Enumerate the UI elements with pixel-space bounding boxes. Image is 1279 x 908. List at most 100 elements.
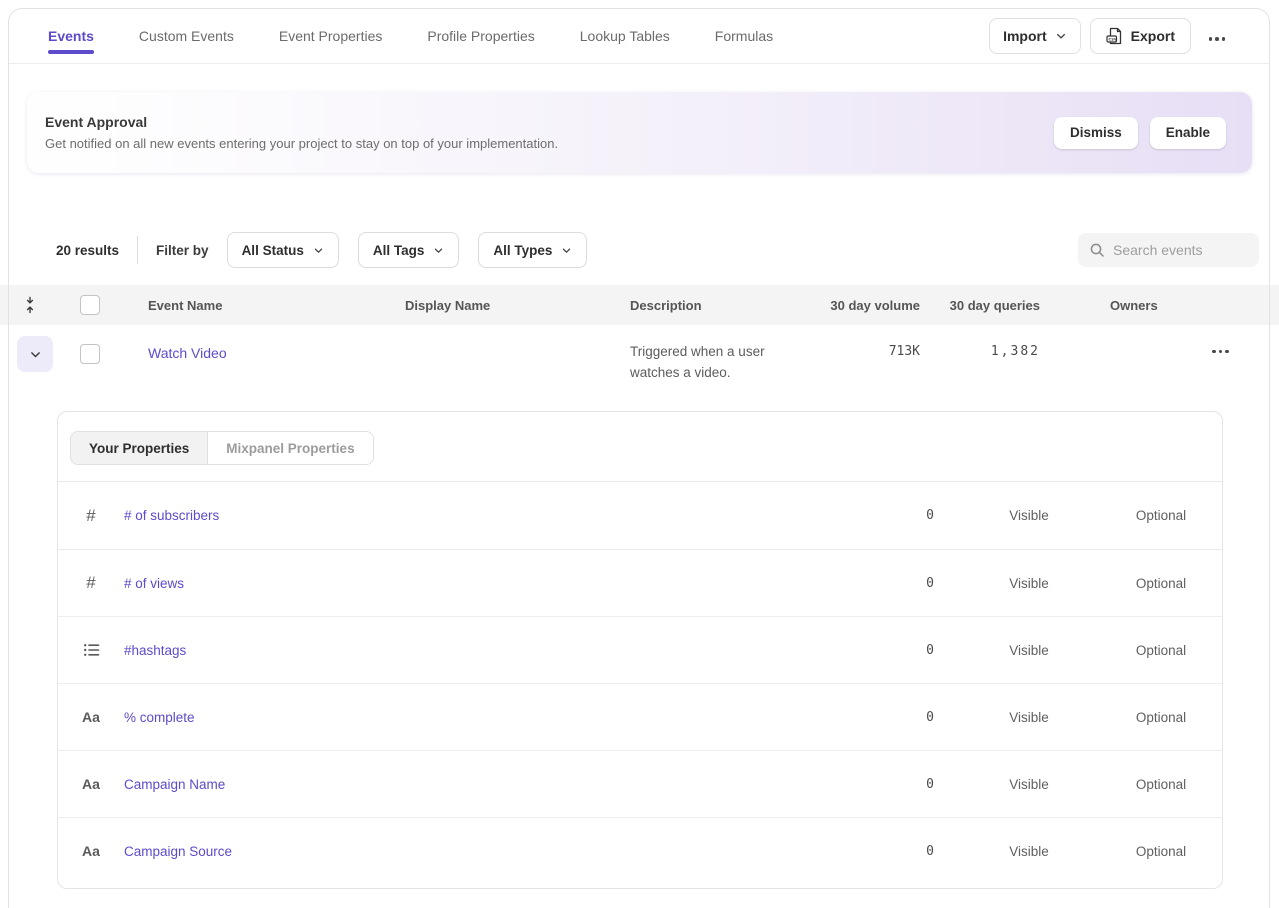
properties-panel: Your Properties Mixpanel Properties # # … bbox=[57, 411, 1223, 889]
event-30-day-volume: 713K bbox=[820, 325, 920, 359]
tab-formulas-label: Formulas bbox=[715, 28, 773, 44]
tab-custom-events[interactable]: Custom Events bbox=[139, 28, 234, 44]
chevron-down-icon bbox=[313, 245, 324, 256]
property-count: 0 bbox=[848, 777, 934, 792]
svg-text:csv: csv bbox=[1108, 38, 1117, 43]
chevron-down-icon bbox=[561, 245, 572, 256]
chevron-down-icon bbox=[29, 348, 42, 361]
property-count: 0 bbox=[848, 576, 934, 591]
property-requirement: Optional bbox=[1124, 508, 1198, 523]
property-visibility: Visible bbox=[934, 777, 1124, 792]
property-requirement: Optional bbox=[1124, 710, 1198, 725]
property-name-link[interactable]: #hashtags bbox=[124, 643, 848, 658]
number-type-icon: # bbox=[86, 506, 95, 526]
ellipsis-icon bbox=[1209, 37, 1226, 41]
nav-tabs: Events Custom Events Event Properties Pr… bbox=[48, 9, 773, 63]
ellipsis-icon bbox=[1212, 350, 1229, 354]
events-table-header: Event Name Display Name Description 30 d… bbox=[0, 285, 1279, 325]
search-box bbox=[1078, 233, 1259, 267]
event-approval-banner: Event Approval Get notified on all new e… bbox=[27, 92, 1252, 173]
number-type-icon: # bbox=[86, 573, 95, 593]
filter-all-status[interactable]: All Status bbox=[227, 232, 339, 268]
tab-events[interactable]: Events bbox=[48, 28, 94, 44]
property-requirement: Optional bbox=[1124, 643, 1198, 658]
property-visibility: Visible bbox=[934, 844, 1124, 859]
row-checkbox[interactable] bbox=[80, 344, 100, 364]
tab-lookup-tables-label: Lookup Tables bbox=[580, 28, 670, 44]
event-description: Triggered when a user watches a video. bbox=[610, 325, 780, 383]
more-menu-button[interactable] bbox=[1200, 18, 1234, 54]
list-type-icon bbox=[83, 642, 100, 658]
tab-mixpanel-properties[interactable]: Mixpanel Properties bbox=[208, 432, 372, 464]
column-description: Description bbox=[610, 298, 820, 313]
text-type-icon: Aa bbox=[82, 843, 100, 859]
collapse-vertical-icon bbox=[22, 296, 64, 314]
import-button-label: Import bbox=[1003, 28, 1047, 44]
chevron-down-icon bbox=[433, 245, 444, 256]
filter-all-tags-label: All Tags bbox=[373, 243, 425, 258]
property-requirement: Optional bbox=[1124, 844, 1198, 859]
column-30-day-volume: 30 day volume bbox=[820, 298, 920, 313]
row-more-menu-button[interactable] bbox=[1212, 325, 1229, 356]
banner-actions: Dismiss Enable bbox=[1054, 117, 1226, 149]
select-all-checkbox[interactable] bbox=[80, 295, 100, 315]
filter-by-label: Filter by bbox=[156, 243, 209, 258]
property-name-link[interactable]: Campaign Source bbox=[124, 844, 848, 859]
csv-file-icon: csv bbox=[1106, 27, 1123, 45]
export-button[interactable]: csv Export bbox=[1090, 18, 1191, 54]
property-row: Aa Campaign Name 0 Visible Optional bbox=[58, 750, 1222, 817]
enable-button[interactable]: Enable bbox=[1150, 117, 1226, 149]
tab-event-properties[interactable]: Event Properties bbox=[279, 28, 383, 44]
import-button[interactable]: Import bbox=[989, 18, 1081, 54]
tab-profile-properties-label: Profile Properties bbox=[427, 28, 534, 44]
tab-lookup-tables[interactable]: Lookup Tables bbox=[580, 28, 670, 44]
property-count: 0 bbox=[848, 643, 934, 658]
collapse-all-button[interactable] bbox=[22, 295, 64, 315]
top-navigation: Events Custom Events Event Properties Pr… bbox=[9, 9, 1269, 64]
property-row: #hashtags 0 Visible Optional bbox=[58, 616, 1222, 683]
property-count: 0 bbox=[848, 508, 934, 523]
toolbar-divider bbox=[137, 236, 138, 264]
property-row: Aa % complete 0 Visible Optional bbox=[58, 683, 1222, 750]
filter-all-types[interactable]: All Types bbox=[478, 232, 587, 268]
dismiss-button[interactable]: Dismiss bbox=[1054, 117, 1138, 149]
tab-events-label: Events bbox=[48, 28, 94, 44]
event-30-day-queries: 1,382 bbox=[920, 325, 1040, 359]
tab-profile-properties[interactable]: Profile Properties bbox=[427, 28, 534, 44]
nav-actions: Import csv Export bbox=[989, 18, 1234, 54]
property-name-link[interactable]: # of subscribers bbox=[124, 508, 848, 523]
event-row-watch-video: Watch Video Triggered when a user watche… bbox=[0, 325, 1279, 410]
column-30-day-queries: 30 day queries bbox=[920, 298, 1040, 313]
filter-all-tags[interactable]: All Tags bbox=[358, 232, 460, 268]
banner-description: Get notified on all new events entering … bbox=[45, 136, 558, 151]
tab-event-properties-label: Event Properties bbox=[279, 28, 383, 44]
property-visibility: Visible bbox=[934, 710, 1124, 725]
properties-tabs: Your Properties Mixpanel Properties bbox=[70, 431, 374, 465]
row-expand-button[interactable] bbox=[17, 336, 53, 372]
tab-your-properties[interactable]: Your Properties bbox=[71, 432, 208, 464]
event-name-link[interactable]: Watch Video bbox=[128, 325, 385, 361]
tab-formulas[interactable]: Formulas bbox=[715, 28, 773, 44]
results-count: 20 results bbox=[56, 243, 119, 258]
banner-title: Event Approval bbox=[45, 114, 558, 130]
banner-text: Event Approval Get notified on all new e… bbox=[45, 114, 558, 151]
property-name-link[interactable]: Campaign Name bbox=[124, 777, 848, 792]
tab-custom-events-label: Custom Events bbox=[139, 28, 234, 44]
property-name-link[interactable]: % complete bbox=[124, 710, 848, 725]
property-visibility: Visible bbox=[934, 576, 1124, 591]
column-display-name: Display Name bbox=[385, 298, 610, 313]
property-visibility: Visible bbox=[934, 508, 1124, 523]
property-requirement: Optional bbox=[1124, 576, 1198, 591]
filter-all-status-label: All Status bbox=[242, 243, 304, 258]
property-row: Aa Campaign Source 0 Visible Optional bbox=[58, 817, 1222, 884]
text-type-icon: Aa bbox=[82, 776, 100, 792]
property-count: 0 bbox=[848, 710, 934, 725]
property-visibility: Visible bbox=[934, 643, 1124, 658]
column-owners: Owners bbox=[1040, 298, 1190, 313]
property-name-link[interactable]: # of views bbox=[124, 576, 848, 591]
filter-all-types-label: All Types bbox=[493, 243, 552, 258]
search-input[interactable] bbox=[1113, 242, 1243, 258]
export-button-label: Export bbox=[1131, 28, 1175, 44]
column-event-name: Event Name bbox=[128, 298, 385, 313]
filter-toolbar: 20 results Filter by All Status All Tags… bbox=[0, 232, 1279, 268]
